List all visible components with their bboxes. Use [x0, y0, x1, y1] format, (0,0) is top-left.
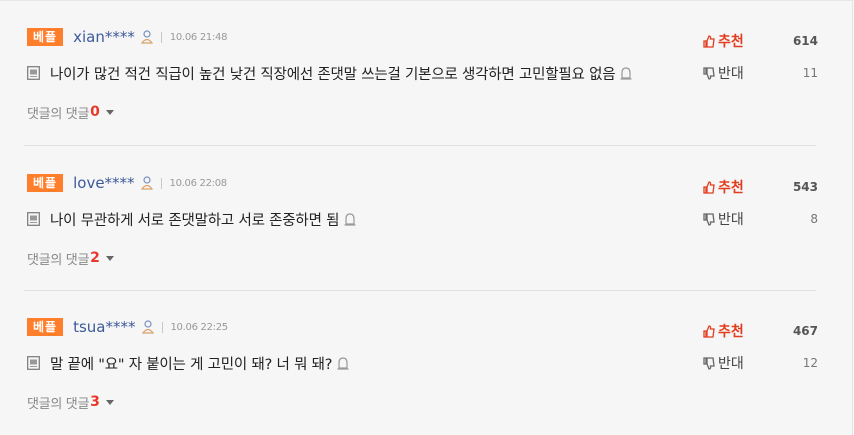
recommend-label: 추천: [718, 324, 744, 340]
thumbs-up-icon: [703, 180, 715, 194]
person-icon: [141, 320, 154, 334]
recommend-label: 추천: [718, 180, 744, 196]
replies-count: 3: [90, 394, 100, 410]
person-icon: [140, 30, 153, 44]
replies-count: 0: [90, 104, 100, 120]
comment-item: 베플 love**** 10.06 22:08 나이 무관하게 서로 존댓말하고…: [0, 146, 854, 291]
comment-text: 말 끝에 "요" 자 붙이는 게 고민이 돼? 너 뭐 돼?: [50, 356, 333, 373]
oppose-button[interactable]: 반대: [703, 209, 744, 229]
report-icon[interactable]: [337, 356, 349, 370]
replies-toggle[interactable]: 댓글의 댓글 2: [27, 249, 114, 268]
meta-divider: [160, 31, 162, 43]
report-icon[interactable]: [344, 212, 356, 226]
caret-down-icon: [105, 109, 114, 115]
best-badge: 베플: [27, 174, 64, 192]
thumbs-up-icon: [703, 34, 715, 48]
person-icon: [140, 176, 153, 190]
comment-time: 10.06 22:08: [169, 177, 228, 189]
replies-toggle[interactable]: 댓글의 댓글 0: [27, 103, 114, 122]
oppose-count: 8: [810, 212, 818, 226]
comment-time: 10.06 21:48: [169, 31, 228, 43]
author-name[interactable]: tsua****: [73, 318, 135, 336]
meta-divider: [161, 321, 163, 333]
recommend-count: 467: [792, 324, 818, 338]
document-icon: [27, 356, 40, 370]
author-name[interactable]: xian****: [73, 28, 135, 46]
comment-meta: 베플 love**** 10.06 22:08: [27, 174, 227, 192]
author-name[interactable]: love****: [73, 174, 134, 192]
meta-divider: [160, 177, 162, 189]
caret-down-icon: [105, 399, 114, 405]
recommend-button[interactable]: 추천: [703, 177, 744, 197]
comment-body: 나이가 많건 적건 직급이 높건 낮건 직장에선 존댓말 쓰는걸 기본으로 생각…: [27, 62, 632, 84]
oppose-label: 반대: [718, 356, 744, 372]
thumbs-up-icon: [703, 324, 715, 338]
comment-item: 베플 xian**** 10.06 21:48 나이가 많건 적건 직급이 높건…: [0, 0, 854, 145]
replies-label: 댓글의 댓글: [27, 252, 90, 268]
thumbs-down-icon: [703, 356, 715, 370]
oppose-label: 반대: [718, 66, 744, 82]
oppose-count: 12: [802, 356, 818, 370]
document-icon: [27, 66, 40, 80]
comment-time: 10.06 22:25: [170, 321, 229, 333]
comment-body: 말 끝에 "요" 자 붙이는 게 고민이 돼? 너 뭐 돼?: [27, 352, 349, 374]
oppose-label: 반대: [718, 212, 744, 228]
recommend-button[interactable]: 추천: [703, 321, 744, 341]
comment-item: 베플 tsua**** 10.06 22:25 말 끝에 "요" 자 붙이는 게…: [0, 290, 854, 435]
comment-text: 나이 무관하게 서로 존댓말하고 서로 존중하면 됨: [50, 212, 340, 229]
recommend-label: 추천: [718, 34, 744, 50]
replies-label: 댓글의 댓글: [27, 396, 90, 412]
comment-body: 나이 무관하게 서로 존댓말하고 서로 존중하면 됨: [27, 208, 356, 230]
oppose-button[interactable]: 반대: [703, 353, 744, 373]
oppose-button[interactable]: 반대: [703, 63, 744, 83]
comment-meta: 베플 xian**** 10.06 21:48: [27, 28, 227, 46]
replies-label: 댓글의 댓글: [27, 106, 90, 122]
replies-toggle[interactable]: 댓글의 댓글 3: [27, 393, 114, 412]
recommend-count: 614: [792, 34, 818, 48]
report-icon[interactable]: [620, 66, 632, 80]
recommend-button[interactable]: 추천: [703, 31, 744, 51]
oppose-count: 11: [802, 66, 818, 80]
document-icon: [27, 212, 40, 226]
thumbs-down-icon: [703, 212, 715, 226]
best-badge: 베플: [27, 318, 64, 336]
comment-meta: 베플 tsua**** 10.06 22:25: [27, 318, 228, 336]
recommend-count: 543: [792, 180, 818, 194]
caret-down-icon: [105, 255, 114, 261]
best-badge: 베플: [27, 28, 64, 46]
thumbs-down-icon: [703, 66, 715, 80]
comment-text: 나이가 많건 적건 직급이 높건 낮건 직장에선 존댓말 쓰는걸 기본으로 생각…: [50, 66, 616, 83]
replies-count: 2: [90, 250, 100, 266]
